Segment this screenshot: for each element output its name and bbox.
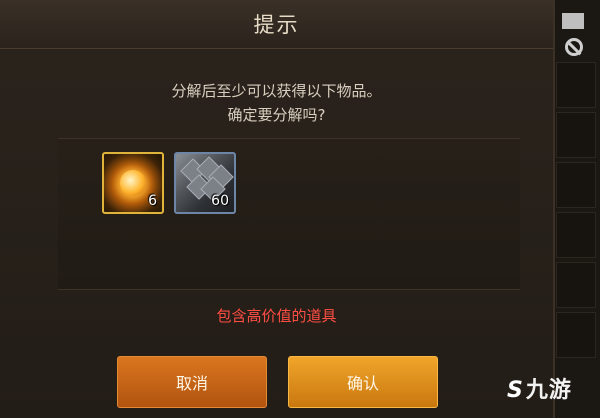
dialog-message-line2: 确定要分解吗? [227,106,326,124]
inventory-slot[interactable] [556,262,596,308]
dialog-message-line1: 分解后至少可以获得以下物品。 [171,82,382,100]
item-quantity: 6 [148,193,157,209]
inventory-slot[interactable] [556,62,596,108]
inventory-slot[interactable] [556,312,596,358]
reward-item-golden-orb[interactable]: 6 [102,152,164,214]
site-watermark: S九游 [507,372,572,404]
dialog-title-bar: 提示 [0,0,553,49]
inventory-slot[interactable] [556,162,596,208]
decompose-dialog: 提示 分解后至少可以获得以下物品。 确定要分解吗? 6 60 包含高价值的道具 … [0,0,555,418]
no-entry-icon[interactable] [565,38,583,56]
watermark-logo-icon: S [507,378,524,403]
flag-icon[interactable] [562,13,584,29]
inventory-slot[interactable] [556,212,596,258]
high-value-warning: 包含高价值的道具 [216,307,337,325]
inventory-side-strip [552,0,600,418]
confirm-button[interactable]: 确认 [288,356,438,408]
cancel-button[interactable]: 取消 [117,356,267,408]
reward-item-grey-crystal[interactable]: 60 [174,152,236,214]
inventory-slot[interactable] [556,112,596,158]
watermark-text: 九游 [525,378,572,403]
item-quantity: 60 [211,193,229,209]
dialog-title: 提示 [253,13,300,37]
golden-orb-icon [120,170,146,196]
